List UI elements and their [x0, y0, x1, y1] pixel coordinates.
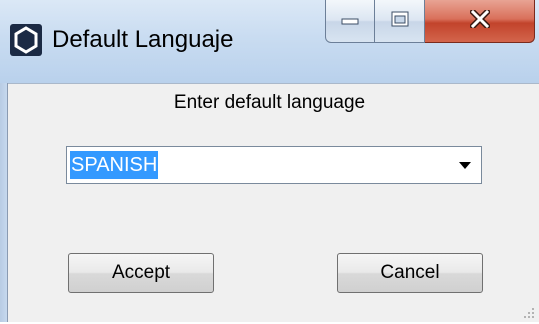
maximize-button[interactable]	[375, 0, 425, 43]
resize-grip-icon[interactable]	[523, 306, 535, 318]
language-select[interactable]: SPANISH	[66, 146, 482, 184]
app-hexagon-icon	[10, 24, 42, 56]
chevron-down-icon[interactable]	[459, 162, 471, 169]
dialog-window: Default Languaje Enter default language …	[0, 0, 539, 322]
caption-buttons	[325, 0, 535, 44]
maximize-icon	[391, 11, 409, 32]
language-select-value: SPANISH	[70, 151, 159, 179]
prompt-label: Enter default language	[173, 92, 366, 113]
accept-button[interactable]: Accept	[68, 253, 214, 293]
title-bar[interactable]: Default Languaje	[0, 0, 539, 84]
cancel-button[interactable]: Cancel	[337, 253, 483, 293]
minimize-button[interactable]	[325, 0, 375, 43]
window-title: Default Languaje	[52, 26, 234, 53]
close-button[interactable]	[425, 0, 535, 43]
window-left-border	[0, 83, 8, 322]
minimize-icon	[341, 12, 359, 30]
close-icon	[468, 7, 491, 33]
